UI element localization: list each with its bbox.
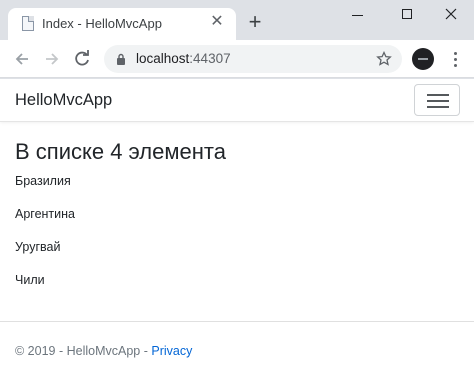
brand-link[interactable]: HelloMvcApp [15, 91, 112, 110]
close-icon [445, 8, 457, 20]
list-item: Аргентина [15, 207, 75, 221]
minimize-icon [352, 15, 363, 16]
url-port: :44307 [189, 51, 231, 66]
maximize-button[interactable] [384, 0, 430, 30]
lock-icon[interactable] [116, 53, 126, 65]
privacy-link[interactable]: Privacy [151, 344, 192, 358]
navbar-toggler-button[interactable] [414, 84, 460, 116]
minimize-button[interactable] [334, 0, 380, 30]
profile-avatar[interactable] [412, 48, 434, 70]
browser-window: Index - HelloMvcApp ✕ + localhost:44307 … [0, 0, 474, 380]
tab-strip: Index - HelloMvcApp ✕ + [0, 0, 474, 40]
list-item: Бразилия [15, 174, 71, 188]
site-navbar: HelloMvcApp [0, 79, 474, 122]
page-icon [22, 16, 34, 31]
maximize-icon [402, 9, 412, 19]
menu-dots-icon[interactable] [446, 49, 466, 69]
url-text[interactable]: localhost:44307 [136, 51, 231, 66]
site-footer: © 2019 - HelloMvcApp - Privacy [15, 344, 192, 358]
tab-close-icon[interactable]: ✕ [208, 13, 226, 31]
page-viewport: HelloMvcApp В списке 4 элемента Бразилия… [0, 79, 474, 380]
close-window-button[interactable] [428, 0, 474, 30]
list-item: Чили [15, 273, 45, 287]
browser-toolbar: localhost:44307 [0, 40, 474, 78]
back-arrow-icon[interactable] [12, 49, 32, 69]
footer-divider [0, 321, 474, 322]
url-host: localhost [136, 51, 190, 66]
bookmark-star-icon[interactable] [376, 51, 392, 67]
new-tab-button[interactable]: + [244, 11, 266, 34]
tab-title: Index - HelloMvcApp [42, 16, 162, 31]
reload-icon[interactable] [72, 49, 92, 69]
list-item: Уругвай [15, 240, 61, 254]
address-bar[interactable]: localhost:44307 [104, 45, 402, 73]
footer-copyright: © 2019 - HelloMvcApp - [15, 344, 152, 358]
tab-index[interactable]: Index - HelloMvcApp ✕ [8, 8, 236, 40]
page-title: В списке 4 элемента [15, 139, 226, 164]
forward-arrow-icon[interactable] [42, 49, 62, 69]
hamburger-icon [427, 94, 449, 96]
